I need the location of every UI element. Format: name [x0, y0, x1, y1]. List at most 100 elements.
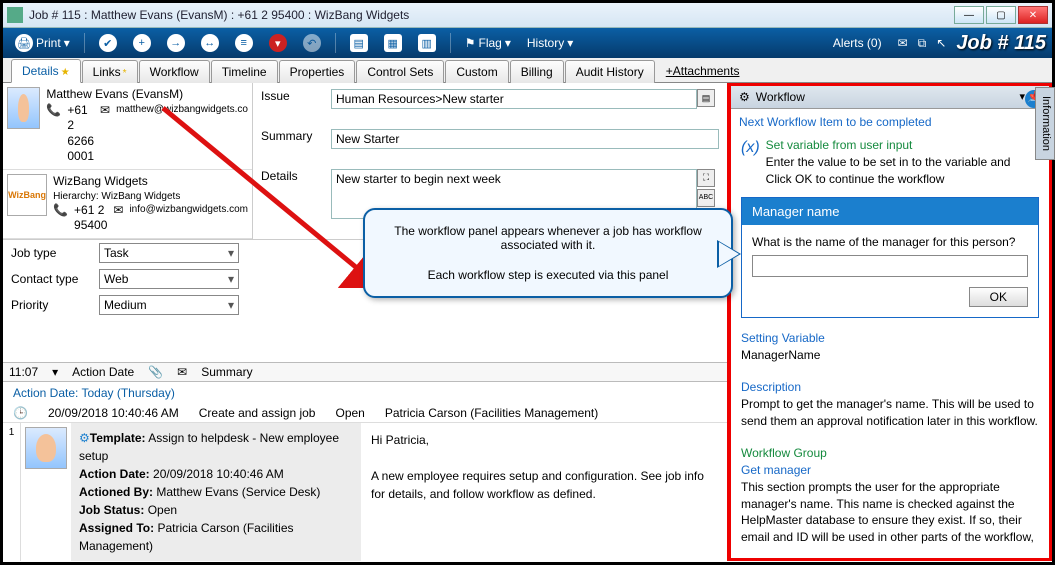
manager-name-input[interactable] — [752, 255, 1028, 277]
tool-a-button[interactable]: ▤ — [344, 32, 374, 54]
print-icon: 🖨 — [15, 34, 33, 52]
plus-icon: + — [133, 34, 151, 52]
action-list-header: 11:07 ▾ Action Date 📎 ✉ Summary — [3, 362, 727, 382]
workflow-icon: ⚙ — [739, 90, 750, 104]
expand-button[interactable]: ⛶ — [697, 169, 715, 187]
mail-icon[interactable]: ✉ — [898, 36, 908, 50]
contact-cards: Matthew Evans (EvansM) 📞+61 2 6266 0001✉… — [3, 83, 253, 239]
flag-label: Flag — [478, 36, 501, 50]
stop-button[interactable]: ▾ — [263, 32, 293, 54]
tab-controlsets[interactable]: Control Sets — [356, 60, 444, 83]
mail-icon: ✉ — [113, 203, 123, 234]
tool-b-button[interactable]: ▦ — [378, 32, 408, 54]
history-button[interactable]: History ▾ — [521, 34, 579, 52]
tool-a-icon: ▤ — [350, 34, 368, 52]
attachments-link[interactable]: +Attachments — [656, 60, 750, 82]
contact-person-card[interactable]: Matthew Evans (EvansM) 📞+61 2 6266 0001✉… — [3, 83, 252, 170]
phone-icon: 📞 — [46, 103, 61, 165]
minimize-button[interactable]: — — [954, 6, 984, 24]
refresh-icon: ↔ — [201, 34, 219, 52]
app-icon — [7, 7, 23, 23]
attachment-icon[interactable]: 📎 — [148, 365, 163, 379]
copy-icon[interactable]: ⧉ — [918, 36, 927, 51]
title-bar: Job # 115 : Matthew Evans (EvansM) : +61… — [3, 3, 1052, 28]
workflow-panel: – ⚙ Workflow ▾ 📌 Next Workflow Item to b… — [731, 83, 1052, 561]
information-tab[interactable]: Information — [1035, 87, 1055, 160]
tab-details[interactable]: Details★ — [11, 59, 81, 83]
tab-properties[interactable]: Properties — [279, 60, 356, 83]
issue-picker-button[interactable]: ▤ — [697, 89, 715, 107]
issue-label: Issue — [261, 89, 331, 103]
close-button[interactable]: ✕ — [1018, 6, 1048, 24]
window-title: Job # 115 : Matthew Evans (EvansM) : +61… — [29, 8, 954, 22]
check-button[interactable]: ✔ — [93, 32, 123, 54]
summary-input[interactable] — [331, 129, 719, 149]
action-today-row: Action Date: Today (Thursday) — [3, 382, 727, 404]
arrow-right-icon: → — [167, 34, 185, 52]
chevron-down-icon[interactable]: ▾ — [52, 365, 58, 379]
dropdown-icon: ▾ — [505, 36, 511, 50]
stop-icon: ▾ — [269, 34, 287, 52]
dropdown-icon: ▾ — [567, 36, 573, 50]
workflow-next-title: Next Workflow Item to be completed — [731, 109, 1049, 135]
entry-body: Hi Patricia, A new employee requires set… — [361, 423, 727, 561]
tab-billing[interactable]: Billing — [510, 60, 564, 83]
priority-combo[interactable]: Medium — [99, 295, 239, 315]
refresh-button[interactable]: ↔ — [195, 32, 225, 54]
clock-icon: 🕒 — [13, 406, 28, 420]
main-tabs: Details★ Links* Workflow Timeline Proper… — [3, 58, 1052, 83]
star-icon: ★ — [61, 67, 70, 78]
flag-icon: ⚑ — [465, 36, 476, 50]
tab-custom[interactable]: Custom — [445, 60, 508, 83]
tab-audithistory[interactable]: Audit History — [565, 60, 655, 83]
main-toolbar: 🖨 Print ▾ ✔ + → ↔ ≡ ▾ ↶ ▤ ▦ ▥ ⚑ Flag ▾ H… — [3, 28, 1052, 58]
mail-icon: ✉ — [100, 103, 110, 165]
details-label: Details — [261, 169, 331, 183]
workflow-card-title: Manager name — [742, 198, 1038, 225]
summary-label: Summary — [261, 129, 331, 143]
maximize-button[interactable]: ▢ — [986, 6, 1016, 24]
chevron-down-icon[interactable]: ▾ — [1019, 90, 1025, 103]
company-name: WizBang Widgets — [53, 174, 248, 190]
print-label: Print — [36, 36, 61, 50]
forward-button[interactable]: → — [161, 32, 191, 54]
tool-b-icon: ▦ — [384, 34, 402, 52]
priority-label: Priority — [11, 298, 91, 312]
company-logo: WizBang — [7, 174, 47, 216]
spellcheck-button[interactable]: ABC — [697, 189, 715, 207]
issue-input[interactable] — [331, 89, 697, 109]
flag-button[interactable]: ⚑ Flag ▾ — [459, 34, 517, 52]
alerts-button[interactable]: Alerts (0) — [827, 34, 888, 52]
contact-company-card[interactable]: WizBang WizBang Widgets Hierarchy: WizBa… — [3, 170, 252, 239]
history-label: History — [527, 36, 564, 50]
list-button[interactable]: ≡ — [229, 32, 259, 54]
cursor-icon[interactable]: ↖ — [936, 36, 946, 50]
avatar — [7, 87, 40, 129]
annotation-callout: The workflow panel appears whenever a jo… — [363, 208, 733, 298]
workflow-panel-title: ⚙ Workflow ▾ 📌 — [731, 86, 1049, 109]
tab-workflow[interactable]: Workflow — [139, 60, 210, 83]
entry-number: 1 — [3, 423, 21, 561]
contacttype-combo[interactable]: Web — [99, 269, 239, 289]
variable-icon: (x) — [741, 137, 760, 187]
star-icon: * — [123, 68, 127, 79]
gear-icon: ⚙ — [79, 431, 90, 445]
undo-button[interactable]: ↶ — [297, 32, 327, 54]
action-entry: 1 ⚙Template: Assign to helpdesk - New em… — [3, 422, 727, 561]
jobtype-combo[interactable]: Task — [99, 243, 239, 263]
list-icon: ≡ — [235, 34, 253, 52]
tool-c-button[interactable]: ▥ — [412, 32, 442, 54]
tab-links[interactable]: Links* — [82, 60, 138, 83]
ok-button[interactable]: OK — [969, 287, 1028, 307]
phone-icon: 📞 — [53, 203, 68, 234]
workflow-input-card: Manager name What is the name of the man… — [741, 197, 1039, 318]
dropdown-icon: ▾ — [64, 36, 70, 50]
add-button[interactable]: + — [127, 32, 157, 54]
action-summary-row[interactable]: 🕒 20/09/2018 10:40:46 AM Create and assi… — [3, 404, 727, 422]
contact-name: Matthew Evans (EvansM) — [46, 87, 248, 103]
workflow-question: What is the name of the manager for this… — [752, 235, 1028, 249]
mail-col-icon[interactable]: ✉ — [177, 365, 187, 379]
print-button[interactable]: 🖨 Print ▾ — [9, 32, 76, 54]
workflow-step: (x) Set variable from user input Enter t… — [731, 135, 1049, 189]
tab-timeline[interactable]: Timeline — [211, 60, 278, 83]
